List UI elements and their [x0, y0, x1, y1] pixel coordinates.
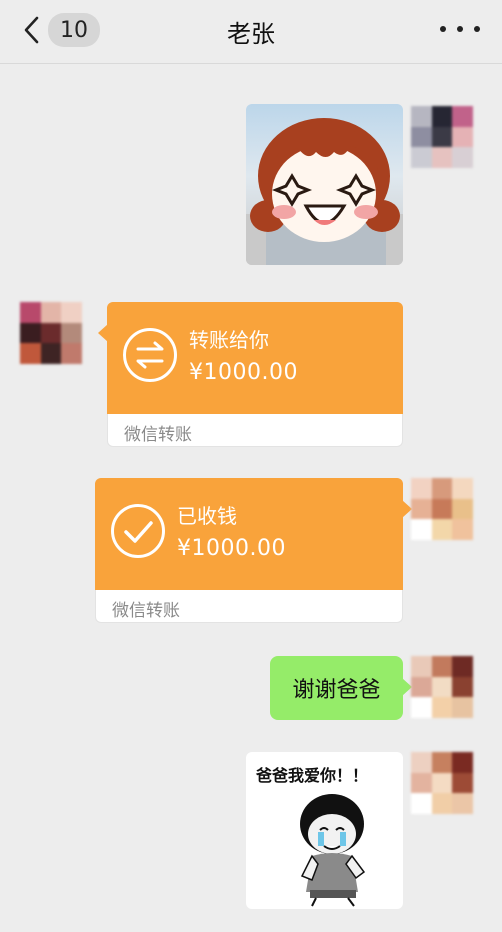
contact-avatar[interactable] [20, 302, 82, 364]
my-avatar[interactable] [411, 478, 473, 540]
chat-header: 10 老张 [0, 0, 502, 64]
crying-face-icon [300, 794, 366, 907]
my-avatar[interactable] [411, 106, 473, 168]
my-avatar[interactable] [411, 656, 473, 718]
transfer-footer: 微信转账 [112, 601, 180, 621]
transfer-card-sent[interactable]: 转账给你 ¥1000.00 微信转账 [98, 302, 403, 447]
transfer-card-received[interactable]: 已收钱 ¥1000.00 微信转账 [95, 478, 412, 623]
sticker-image[interactable] [246, 104, 403, 265]
message-text: 谢谢爸爸 [292, 678, 381, 703]
transfer-amount: ¥1000.00 [189, 360, 298, 385]
meme-sticker[interactable]: 爸爸我爱你！！ [246, 752, 403, 909]
chat-title: 老张 [227, 20, 275, 48]
transfer-footer: 微信转账 [124, 425, 192, 445]
more-dots-icon[interactable] [440, 14, 480, 44]
transfer-label: 已收钱 [177, 504, 237, 528]
checkmark-icon [111, 504, 165, 558]
transfer-label: 转账给你 [189, 328, 269, 352]
transfer-arrows-icon [123, 328, 177, 382]
cartoon-girl-sticker [246, 118, 403, 265]
my-avatar[interactable] [411, 752, 473, 814]
transfer-amount: ¥1000.00 [177, 536, 286, 561]
text-message-bubble[interactable]: 谢谢爸爸 [270, 656, 412, 720]
